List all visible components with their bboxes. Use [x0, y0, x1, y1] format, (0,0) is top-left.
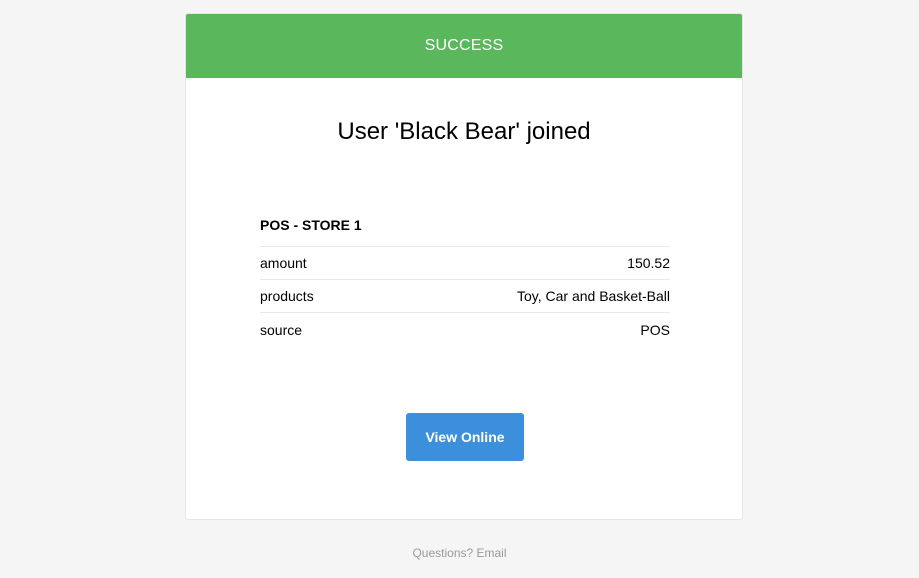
notification-card: SUCCESS User 'Black Bear' joined POS - S… — [185, 13, 743, 520]
headline: User 'Black Bear' joined — [337, 118, 591, 145]
detail-key: source — [260, 321, 303, 338]
detail-row-products: products Toy, Car and Basket-Ball — [260, 280, 670, 313]
detail-key: products — [260, 288, 314, 304]
detail-row-source: source POS — [260, 313, 670, 346]
detail-value: 150.52 — [627, 255, 670, 271]
view-online-button[interactable]: View Online — [406, 413, 524, 461]
detail-value: POS — [640, 321, 670, 338]
details-title: POS - STORE 1 — [260, 215, 670, 247]
detail-value: Toy, Car and Basket-Ball — [516, 288, 670, 304]
footer-text: Questions? Email — [412, 546, 507, 560]
detail-row-amount: amount 150.52 — [260, 247, 670, 280]
status-banner: SUCCESS — [186, 14, 742, 78]
status-label: SUCCESS — [424, 37, 504, 54]
detail-key: amount — [260, 255, 307, 271]
details-table: POS - STORE 1 amount 150.52 products Toy… — [260, 215, 670, 346]
